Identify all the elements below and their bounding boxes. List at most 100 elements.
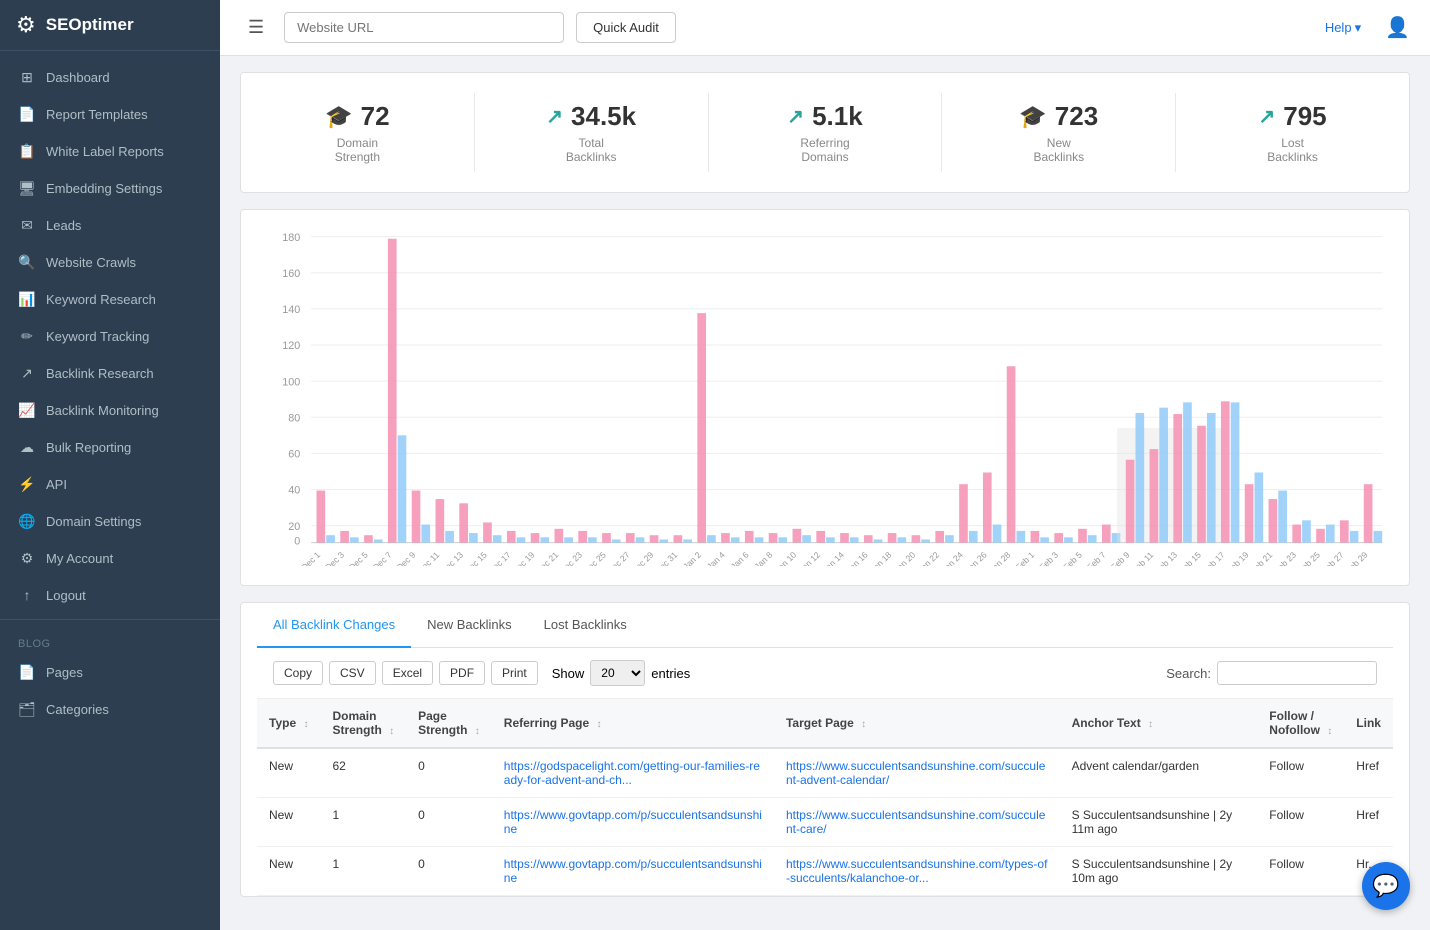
sidebar-item-logout[interactable]: ↑Logout — [0, 577, 220, 613]
svg-text:80: 80 — [288, 413, 300, 425]
print-button[interactable]: Print — [491, 661, 538, 685]
cell-referring-page[interactable]: https://www.govtapp.com/p/succulentsands… — [492, 798, 774, 847]
col-type: Type ↕ — [257, 699, 320, 748]
pdf-button[interactable]: PDF — [439, 661, 485, 685]
show-select[interactable]: 20 50 100 — [590, 660, 645, 686]
svg-text:Dec 11: Dec 11 — [415, 550, 441, 566]
target-page-link[interactable]: https://www.succulentsandsunshine.com/su… — [786, 808, 1045, 836]
cell-anchor-text: Advent calendar/garden — [1060, 748, 1258, 798]
target-page-link[interactable]: https://www.succulentsandsunshine.com/su… — [786, 759, 1045, 787]
sidebar-item-backlink-monitoring[interactable]: 📈Backlink Monitoring — [0, 392, 220, 429]
svg-text:100: 100 — [282, 376, 300, 388]
sidebar-item-api[interactable]: ⚡API — [0, 466, 220, 503]
target-page-link[interactable]: https://www.succulentsandsunshine.com/ty… — [786, 857, 1047, 885]
cell-domain-strength: 62 — [320, 748, 406, 798]
url-input[interactable] — [284, 12, 564, 43]
sidebar-item-my-account[interactable]: ⚙My Account — [0, 540, 220, 577]
svg-text:Jan 24: Jan 24 — [939, 550, 965, 566]
col-link: Link — [1344, 699, 1393, 748]
cell-referring-page[interactable]: https://www.govtapp.com/p/succulentsands… — [492, 847, 774, 896]
svg-text:Dec 5: Dec 5 — [347, 550, 370, 566]
referring-page-link[interactable]: https://godspacelight.com/getting-our-fa… — [504, 759, 760, 787]
svg-text:Dec 13: Dec 13 — [439, 550, 466, 566]
sidebar-item-dashboard[interactable]: ⊞Dashboard — [0, 59, 220, 96]
svg-text:Feb 29: Feb 29 — [1343, 550, 1369, 566]
sidebar-item-pages[interactable]: 📄Pages — [0, 654, 220, 691]
sidebar-item-categories[interactable]: 🗂Categories — [0, 691, 220, 728]
cell-target-page[interactable]: https://www.succulentsandsunshine.com/su… — [774, 798, 1060, 847]
hamburger-menu[interactable]: ☰ — [240, 13, 272, 42]
sidebar-item-white-label-reports[interactable]: 📋White Label Reports — [0, 133, 220, 170]
search-label: Search: — [1166, 666, 1211, 681]
show-label: Show — [552, 666, 585, 681]
svg-text:Jan 2: Jan 2 — [681, 550, 703, 566]
sidebar-label-report-templates: Report Templates — [46, 107, 148, 122]
svg-text:Jan 14: Jan 14 — [820, 550, 846, 566]
tabs-header: All Backlink ChangesNew BacklinksLost Ba… — [257, 603, 1393, 648]
stat-icon-link: ↗ — [787, 104, 804, 129]
cell-page-strength: 0 — [406, 847, 492, 896]
stat-icon-grad: 🎓 — [1019, 104, 1046, 130]
cell-link: Href — [1344, 748, 1393, 798]
sidebar-icon-domain-settings: 🌐 — [18, 513, 36, 530]
sidebar-label-backlink-monitoring: Backlink Monitoring — [46, 403, 159, 418]
cell-type: New — [257, 847, 320, 896]
col-page-strength: PageStrength ↕ — [406, 699, 492, 748]
help-button[interactable]: Help ▾ — [1325, 20, 1361, 36]
excel-button[interactable]: Excel — [382, 661, 433, 685]
sidebar-item-keyword-tracking[interactable]: ✏ Keyword Tracking — [0, 318, 220, 355]
sidebar-item-embedding-settings[interactable]: 🖥Embedding Settings — [0, 170, 220, 207]
logo-icon: ⚙ — [16, 12, 36, 38]
svg-text:Jan 26: Jan 26 — [963, 550, 989, 566]
csv-button[interactable]: CSV — [329, 661, 376, 685]
table-row: New 1 0 https://www.govtapp.com/p/succul… — [257, 847, 1393, 896]
sidebar-label-leads: Leads — [46, 218, 81, 233]
sidebar-nav: ⊞Dashboard📄Report Templates📋White Label … — [0, 51, 220, 930]
referring-page-link[interactable]: https://www.govtapp.com/p/succulentsands… — [504, 808, 762, 836]
stat-label: NewBacklinks — [962, 136, 1155, 164]
col-target-page: Target Page ↕ — [774, 699, 1060, 748]
svg-text:180: 180 — [282, 232, 300, 244]
sidebar-item-domain-settings[interactable]: 🌐Domain Settings — [0, 503, 220, 540]
cell-referring-page[interactable]: https://godspacelight.com/getting-our-fa… — [492, 748, 774, 798]
sidebar-icon-website-crawls: 🔍 — [18, 254, 36, 271]
sidebar-item-bulk-reporting[interactable]: ☁Bulk Reporting — [0, 429, 220, 466]
svg-text:Jan 6: Jan 6 — [729, 550, 751, 566]
logo-text: SEOptimer — [46, 15, 134, 35]
sidebar-item-keyword-research[interactable]: 📊Keyword Research — [0, 281, 220, 318]
sidebar-item-backlink-research[interactable]: ↗Backlink Research — [0, 355, 220, 392]
svg-text:Dec 9: Dec 9 — [394, 550, 417, 566]
sidebar-icon-keyword-research: 📊 — [18, 291, 36, 308]
svg-text:Dec 31: Dec 31 — [653, 550, 680, 566]
sidebar-icon-logout: ↑ — [18, 587, 36, 603]
copy-button[interactable]: Copy — [273, 661, 323, 685]
sidebar-label-backlink-research: Backlink Research — [46, 366, 154, 381]
svg-text:Dec 27: Dec 27 — [605, 550, 632, 566]
cell-page-strength: 0 — [406, 798, 492, 847]
sidebar-label-keyword-tracking: Keyword Tracking — [46, 329, 149, 344]
sidebar-item-website-crawls[interactable]: 🔍Website Crawls — [0, 244, 220, 281]
tab-all-backlink-changes[interactable]: All Backlink Changes — [257, 603, 411, 648]
sidebar-item-leads[interactable]: ✉Leads — [0, 207, 220, 244]
search-input[interactable] — [1217, 661, 1377, 685]
sidebar-icon-keyword-tracking: ✏ — [18, 328, 36, 345]
svg-text:40: 40 — [288, 485, 300, 497]
table-header-row: Type ↕ DomainStrength ↕ PageStrength ↕ R… — [257, 699, 1393, 748]
quick-audit-button[interactable]: Quick Audit — [576, 12, 676, 43]
referring-page-link[interactable]: https://www.govtapp.com/p/succulentsands… — [504, 857, 762, 885]
cell-target-page[interactable]: https://www.succulentsandsunshine.com/su… — [774, 748, 1060, 798]
chat-button[interactable]: 💬 — [1362, 862, 1410, 910]
tab-new-backlinks[interactable]: New Backlinks — [411, 603, 528, 648]
sidebar-label-pages: Pages — [46, 665, 83, 680]
cell-target-page[interactable]: https://www.succulentsandsunshine.com/ty… — [774, 847, 1060, 896]
svg-text:140: 140 — [282, 304, 300, 316]
svg-text:Dec 23: Dec 23 — [558, 550, 585, 566]
backlink-chart: 180 160 140 120 100 80 60 40 20 0 — [257, 226, 1393, 566]
svg-text:Feb 19: Feb 19 — [1224, 550, 1250, 566]
svg-text:Feb 21: Feb 21 — [1248, 550, 1274, 566]
stat-card-total-backlinks: ↗ 34.5k TotalBacklinks — [475, 93, 709, 172]
user-icon[interactable]: 👤 — [1385, 15, 1410, 40]
sidebar-item-report-templates[interactable]: 📄Report Templates — [0, 96, 220, 133]
tab-lost-backlinks[interactable]: Lost Backlinks — [528, 603, 643, 648]
cell-type: New — [257, 748, 320, 798]
